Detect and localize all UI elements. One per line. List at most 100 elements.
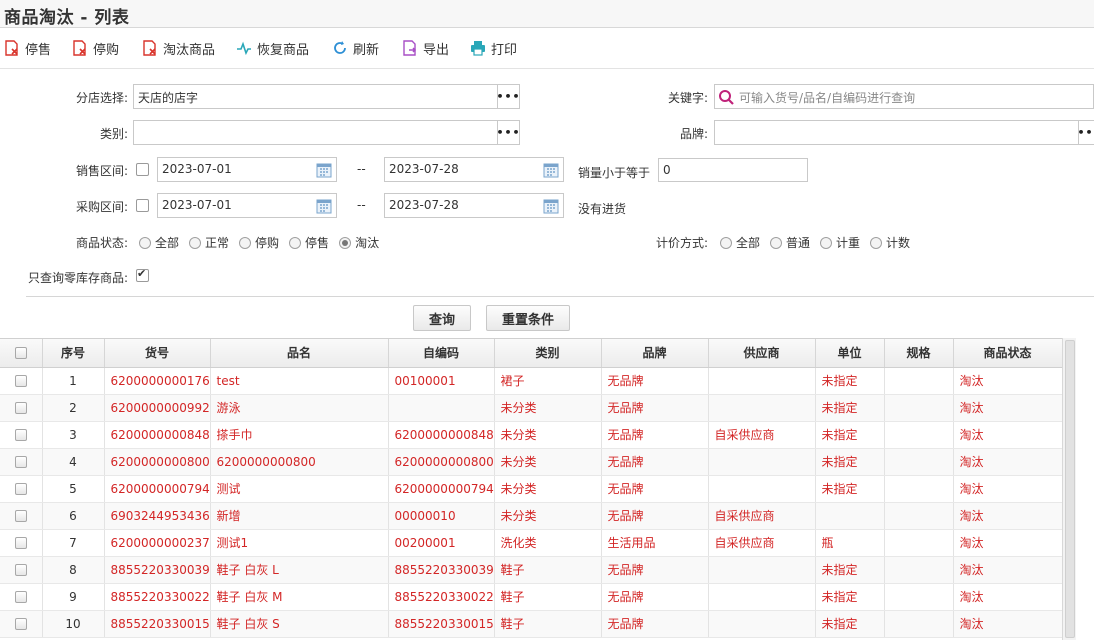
eliminate-label: 淘汰商品 <box>163 42 216 58</box>
title-bar: 商品淘汰 - 列表 <box>0 0 1094 28</box>
row-name: 测试 <box>210 475 389 503</box>
table-row[interactable]: 10 8855220330015 鞋子 白灰 S 8855220330015 鞋… <box>0 610 1062 638</box>
zero-stock-checkbox[interactable] <box>136 267 149 282</box>
print-button[interactable]: 打印 <box>470 38 517 58</box>
table-scrollbar[interactable] <box>1062 338 1076 640</box>
category-picker-button[interactable]: ••• <box>496 121 519 144</box>
row-checkbox[interactable] <box>14 483 27 495</box>
brand-picker-button[interactable]: ••• <box>1077 121 1094 144</box>
restore-button[interactable]: 恢复商品 <box>236 38 309 58</box>
pulse-icon <box>237 41 251 56</box>
purchase-range-checkbox[interactable] <box>136 199 149 212</box>
brand-select[interactable]: ••• <box>714 120 1094 145</box>
query-button[interactable]: 查询 <box>413 305 471 331</box>
col-header[interactable]: 序号 <box>42 339 105 368</box>
row-no: 3 <box>42 421 105 449</box>
col-header[interactable]: 规格 <box>884 339 954 368</box>
pricing-radio-weight[interactable] <box>820 236 833 249</box>
row-spec <box>884 610 954 638</box>
table-row[interactable]: 3 6200000000848 搽手巾 6200000000848 未分类 无品… <box>0 421 1062 449</box>
table-row[interactable]: 2 6200000000992 游泳 未分类 无品牌 未指定 淘汰 <box>0 394 1062 422</box>
table-row[interactable]: 8 8855220330039 鞋子 白灰 L 8855220330039 鞋子… <box>0 556 1062 584</box>
stop-purchase-label: 停购 <box>93 42 120 58</box>
col-header[interactable]: 自编码 <box>388 339 495 368</box>
pricing-radio-count[interactable] <box>870 236 883 249</box>
row-checkbox[interactable] <box>14 618 27 630</box>
refresh-button[interactable]: 刷新 <box>332 38 379 58</box>
row-category: 裙子 <box>494 367 602 395</box>
stop-doc-icon <box>73 40 86 56</box>
row-supplier: 自采供应商 <box>708 529 816 557</box>
export-label: 导出 <box>423 42 450 58</box>
status-radio-stop-purchase[interactable] <box>239 236 252 249</box>
row-code: 8855220330015 <box>388 610 495 638</box>
stop-sale-button[interactable]: 停售 <box>4 38 51 58</box>
row-checkbox[interactable] <box>14 375 27 387</box>
table-row[interactable]: 1 6200000000176 test 00100001 裙子 无品牌 未指定… <box>0 367 1062 395</box>
purchase-to-date[interactable]: 2023-07-28 <box>384 193 564 218</box>
status-option-label: 淘汰 <box>355 236 380 250</box>
col-header[interactable]: 品牌 <box>601 339 709 368</box>
table-row[interactable]: 7 6200000000237 测试1 00200001 洗化类 生活用品 自采… <box>0 529 1062 557</box>
pricing-radio-normal[interactable] <box>770 236 783 249</box>
row-status: 淘汰 <box>953 502 1062 530</box>
col-header[interactable]: 单位 <box>815 339 885 368</box>
row-checkbox[interactable] <box>14 564 27 576</box>
row-code: 00000010 <box>388 502 495 530</box>
status-radio-stop-sale[interactable] <box>289 236 302 249</box>
col-header[interactable]: 类别 <box>494 339 602 368</box>
export-button[interactable]: 导出 <box>402 38 449 58</box>
col-header[interactable]: 商品状态 <box>953 339 1062 368</box>
calendar-icon[interactable] <box>541 195 561 216</box>
table-row[interactable]: 5 6200000000794 测试 6200000000794 未分类 无品牌… <box>0 475 1062 503</box>
scrollbar-thumb[interactable] <box>1065 340 1075 638</box>
qty-less-input[interactable]: 0 <box>658 158 808 182</box>
calendar-icon[interactable] <box>314 159 334 180</box>
table-row[interactable]: 6 6903244953436 新增 00000010 未分类 无品牌 自采供应… <box>0 502 1062 530</box>
pricing-radio-all[interactable] <box>720 236 732 249</box>
row-brand: 无品牌 <box>601 448 709 476</box>
row-status: 淘汰 <box>953 394 1062 422</box>
select-all-checkbox[interactable] <box>14 347 27 360</box>
row-checkbox[interactable] <box>14 537 27 549</box>
row-no: 2 <box>42 394 105 422</box>
row-checkbox[interactable] <box>14 402 27 414</box>
sale-from-date[interactable]: 2023-07-01 <box>157 157 337 182</box>
row-supplier: 自采供应商 <box>708 502 816 530</box>
purchase-from-date[interactable]: 2023-07-01 <box>157 193 337 218</box>
row-checkbox[interactable] <box>14 429 27 441</box>
refresh-icon <box>334 41 346 54</box>
stop-purchase-button[interactable]: 停购 <box>72 38 119 58</box>
category-select[interactable]: ••• <box>133 120 520 145</box>
col-header[interactable]: 货号 <box>104 339 211 368</box>
row-code <box>388 394 495 422</box>
row-category: 洗化类 <box>494 529 602 557</box>
table-row[interactable]: 9 8855220330022 鞋子 白灰 M 8855220330022 鞋子… <box>0 583 1062 611</box>
select-all-cell <box>0 339 43 368</box>
reset-button[interactable]: 重置条件 <box>486 305 570 331</box>
eliminate-button[interactable]: 淘汰商品 <box>142 38 215 58</box>
store-picker-button[interactable]: ••• <box>496 85 519 108</box>
sale-range-checkbox[interactable] <box>136 163 149 176</box>
restore-label: 恢复商品 <box>257 42 310 58</box>
row-checkbox[interactable] <box>14 510 27 522</box>
status-radio-all[interactable] <box>139 236 151 249</box>
keyword-input[interactable]: 可输入货号/品名/自编码进行查询 <box>714 84 1094 109</box>
row-supplier <box>708 610 816 638</box>
row-checkbox[interactable] <box>14 591 27 603</box>
col-header[interactable]: 品名 <box>210 339 389 368</box>
sale-to-date[interactable]: 2023-07-28 <box>384 157 564 182</box>
calendar-icon[interactable] <box>541 159 561 180</box>
row-unit: 未指定 <box>815 610 885 638</box>
sale-from-value: 2023-07-01 <box>162 162 232 176</box>
store-select[interactable]: 天店的店字 ••• <box>133 84 520 109</box>
row-no: 4 <box>42 448 105 476</box>
row-checkbox[interactable] <box>14 456 27 468</box>
table-row[interactable]: 4 6200000000800 6200000000800 6200000000… <box>0 448 1062 476</box>
row-brand: 无品牌 <box>601 556 709 584</box>
row-status: 淘汰 <box>953 610 1062 638</box>
col-header[interactable]: 供应商 <box>708 339 816 368</box>
calendar-icon[interactable] <box>314 195 334 216</box>
status-radio-normal[interactable] <box>189 236 202 249</box>
status-radio-eliminated[interactable] <box>339 236 352 249</box>
